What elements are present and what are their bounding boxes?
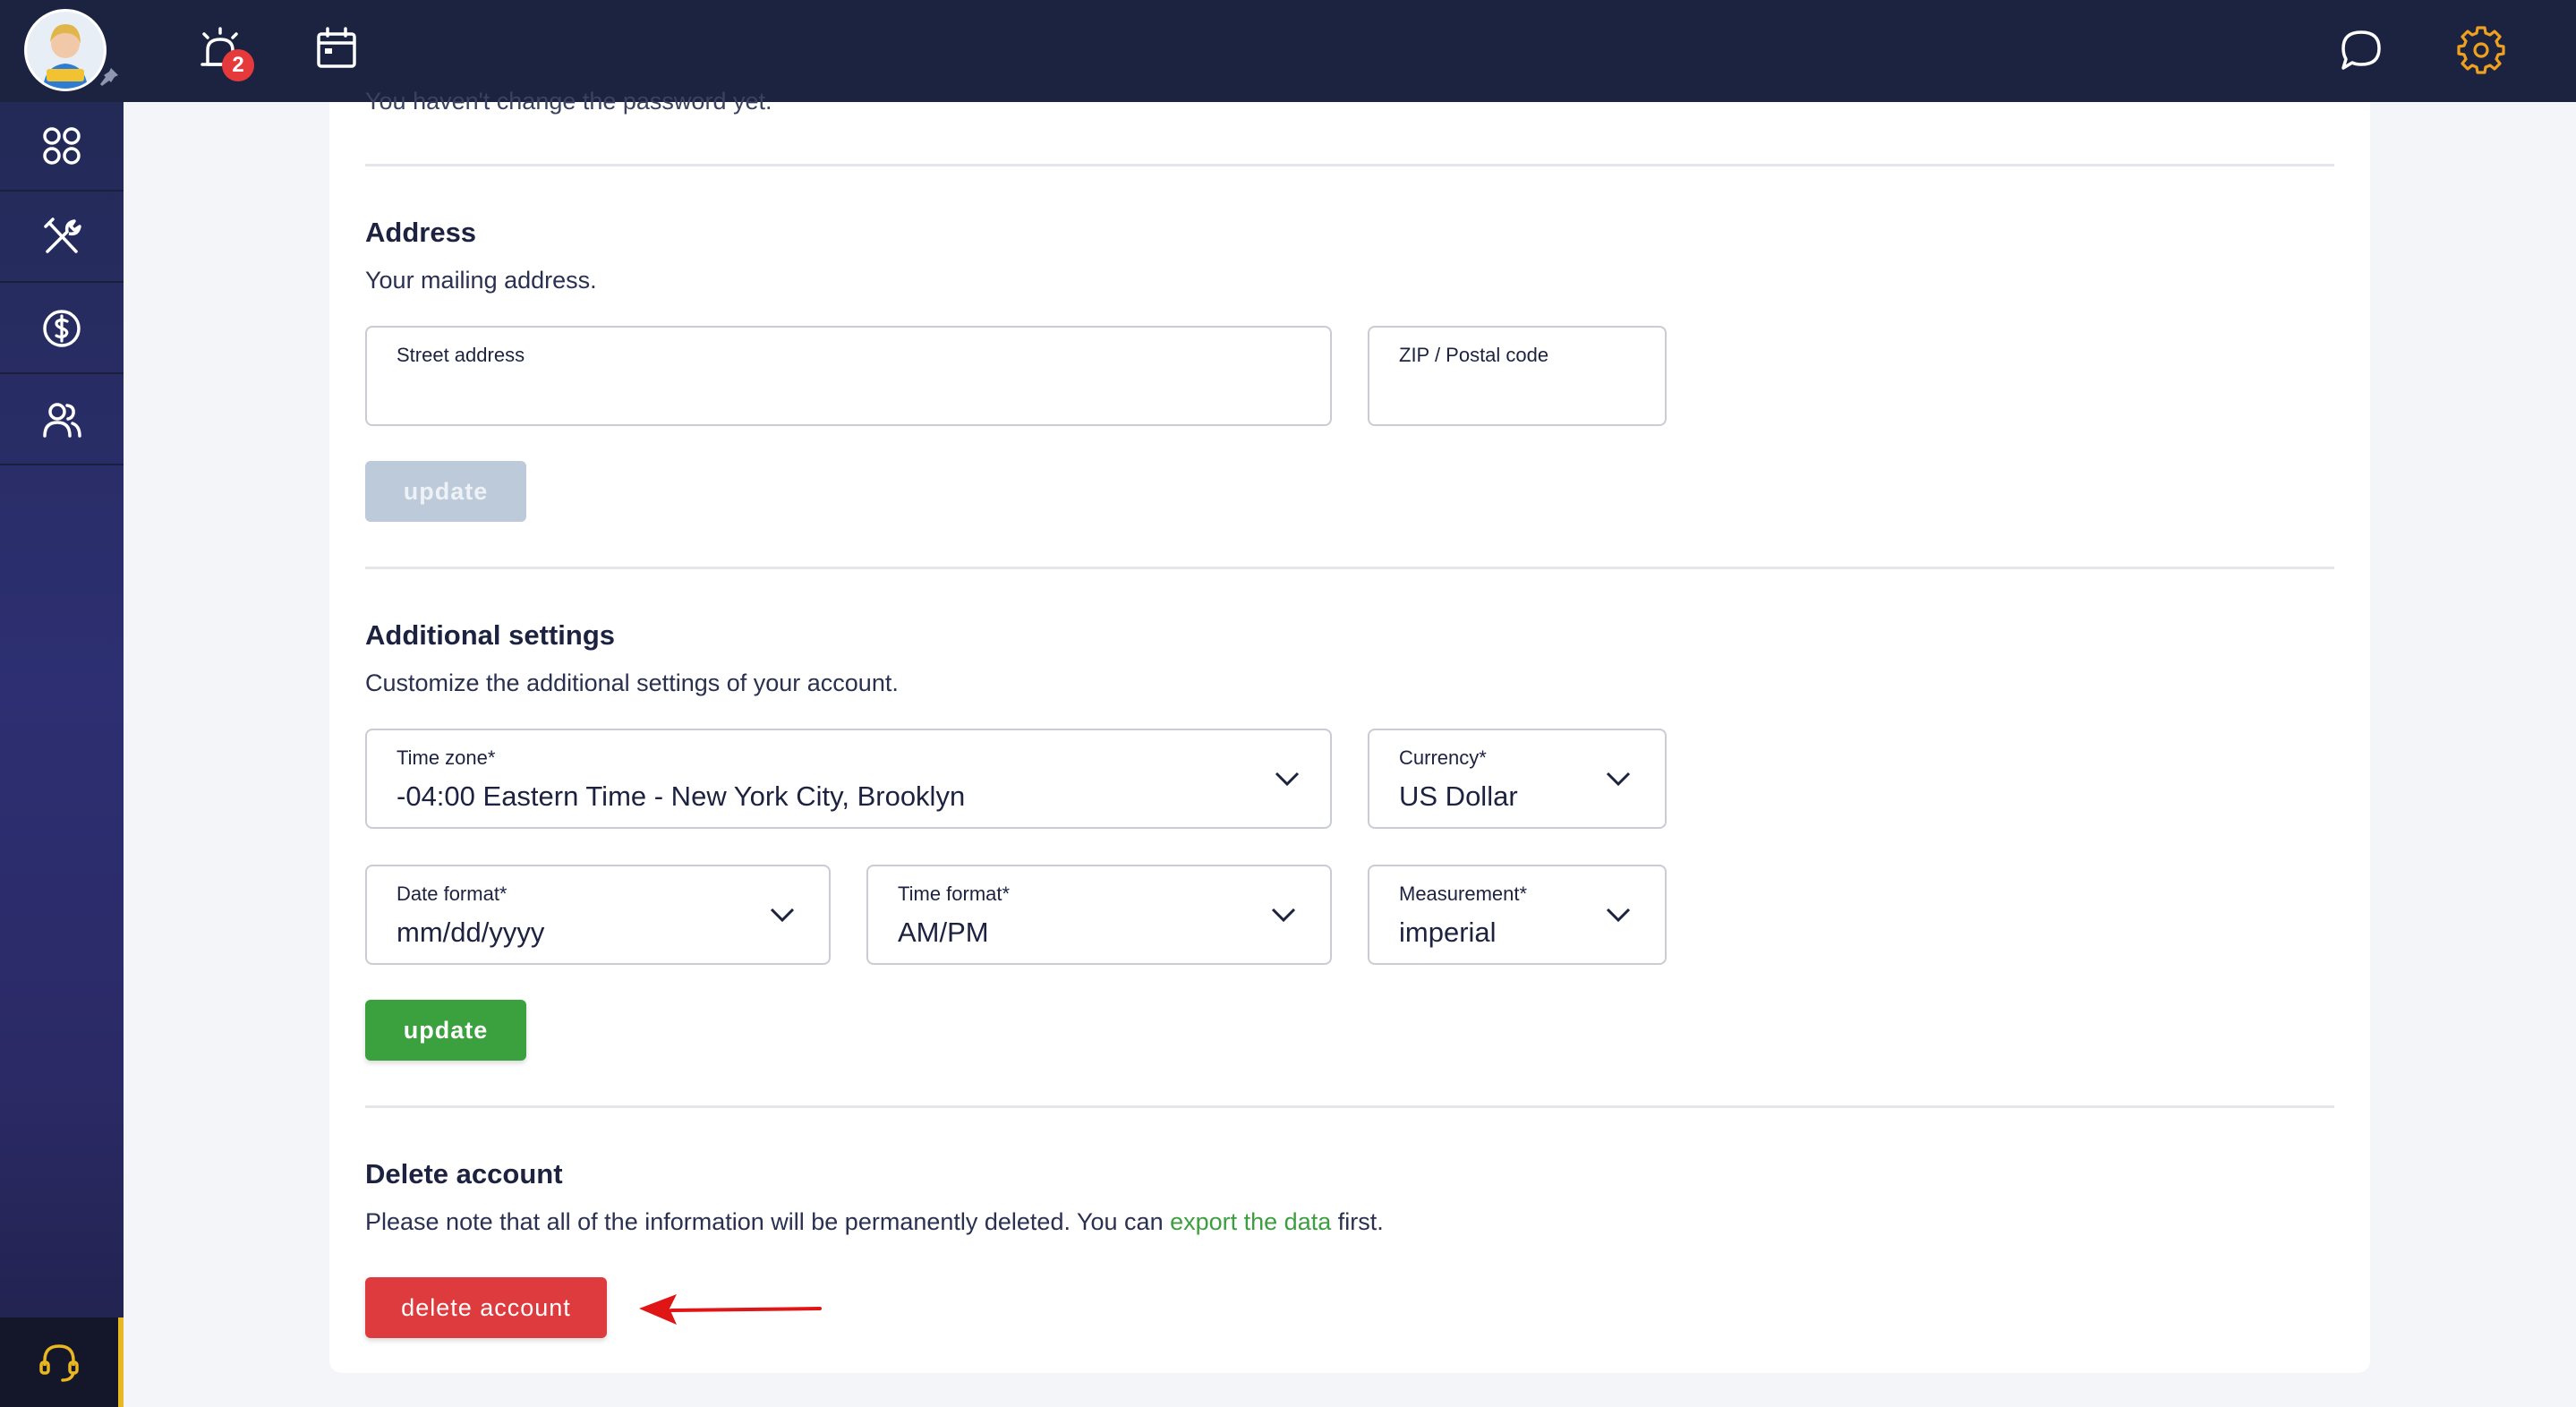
settings-gear-icon[interactable]	[2454, 23, 2508, 77]
delete-account-text-before: Please note that all of the information …	[365, 1208, 1171, 1235]
time-zone-label: Time zone*	[397, 746, 496, 769]
currency-label: Currency*	[1399, 746, 1487, 769]
sidebar-item-dashboard[interactable]	[0, 102, 124, 192]
street-address-label: Street address	[397, 344, 525, 366]
measurement-value: imperial	[1399, 917, 1497, 948]
chevron-down-icon	[1271, 908, 1296, 923]
additional-settings-update-button[interactable]: update	[365, 1000, 526, 1061]
dollar-icon	[43, 310, 81, 347]
street-address-field[interactable]: Street address	[365, 326, 1332, 426]
sidebar	[0, 102, 124, 1407]
sidebar-item-billing[interactable]	[0, 285, 124, 374]
chevron-down-icon	[1606, 772, 1631, 787]
section-divider	[365, 164, 2334, 166]
address-title: Address	[365, 217, 477, 248]
sidebar-item-users[interactable]	[0, 376, 124, 465]
time-format-value: AM/PM	[898, 917, 989, 948]
headset-icon	[39, 1344, 79, 1382]
notification-badge: 2	[222, 49, 254, 81]
section-divider	[365, 567, 2334, 569]
address-update-button[interactable]: update	[365, 461, 526, 522]
measurement-label: Measurement*	[1399, 883, 1528, 905]
currency-value: US Dollar	[1399, 780, 1518, 812]
measurement-select[interactable]: Measurement* imperial	[1368, 865, 1667, 965]
additional-settings-description: Customize the additional settings of you…	[365, 669, 899, 696]
chevron-down-icon	[770, 908, 795, 923]
zip-code-field[interactable]: ZIP / Postal code	[1368, 326, 1667, 426]
date-format-value: mm/dd/yyyy	[397, 917, 545, 948]
delete-account-button[interactable]: delete account	[365, 1277, 607, 1338]
date-format-label: Date format*	[397, 883, 508, 905]
time-format-label: Time format*	[898, 883, 1011, 905]
export-data-link[interactable]: export the data	[1170, 1208, 1331, 1235]
chevron-down-icon	[1275, 772, 1300, 787]
delete-account-description: Please note that all of the information …	[365, 1208, 1384, 1236]
chat-icon[interactable]	[2334, 23, 2388, 77]
time-format-select[interactable]: Time format* AM/PM	[866, 865, 1332, 965]
additional-settings-title: Additional settings	[365, 619, 615, 651]
time-zone-value: -04:00 Eastern Time - New York City, Bro…	[397, 780, 966, 812]
address-description: Your mailing address.	[365, 267, 597, 294]
delete-account-title: Delete account	[365, 1158, 563, 1190]
date-format-select[interactable]: Date format* mm/dd/yyyy	[365, 865, 831, 965]
pin-icon[interactable]	[98, 66, 120, 88]
section-divider	[365, 1105, 2334, 1108]
users-icon	[43, 403, 81, 438]
chevron-down-icon	[1606, 908, 1631, 923]
currency-select[interactable]: Currency* US Dollar	[1368, 729, 1667, 829]
tools-icon	[44, 217, 81, 253]
annotation-arrow-icon	[639, 1294, 822, 1325]
password-status-text: You haven't change the password yet.	[365, 88, 772, 115]
support-button[interactable]	[0, 1317, 124, 1407]
grid-icon	[43, 127, 81, 165]
zip-code-label: ZIP / Postal code	[1399, 344, 1549, 366]
calendar-icon[interactable]	[310, 23, 363, 77]
avatar[interactable]	[24, 9, 107, 91]
time-zone-select[interactable]: Time zone* -04:00 Eastern Time - New Yor…	[365, 729, 1332, 829]
delete-account-text-after: first.	[1331, 1208, 1384, 1235]
sidebar-item-tools[interactable]	[0, 193, 124, 283]
